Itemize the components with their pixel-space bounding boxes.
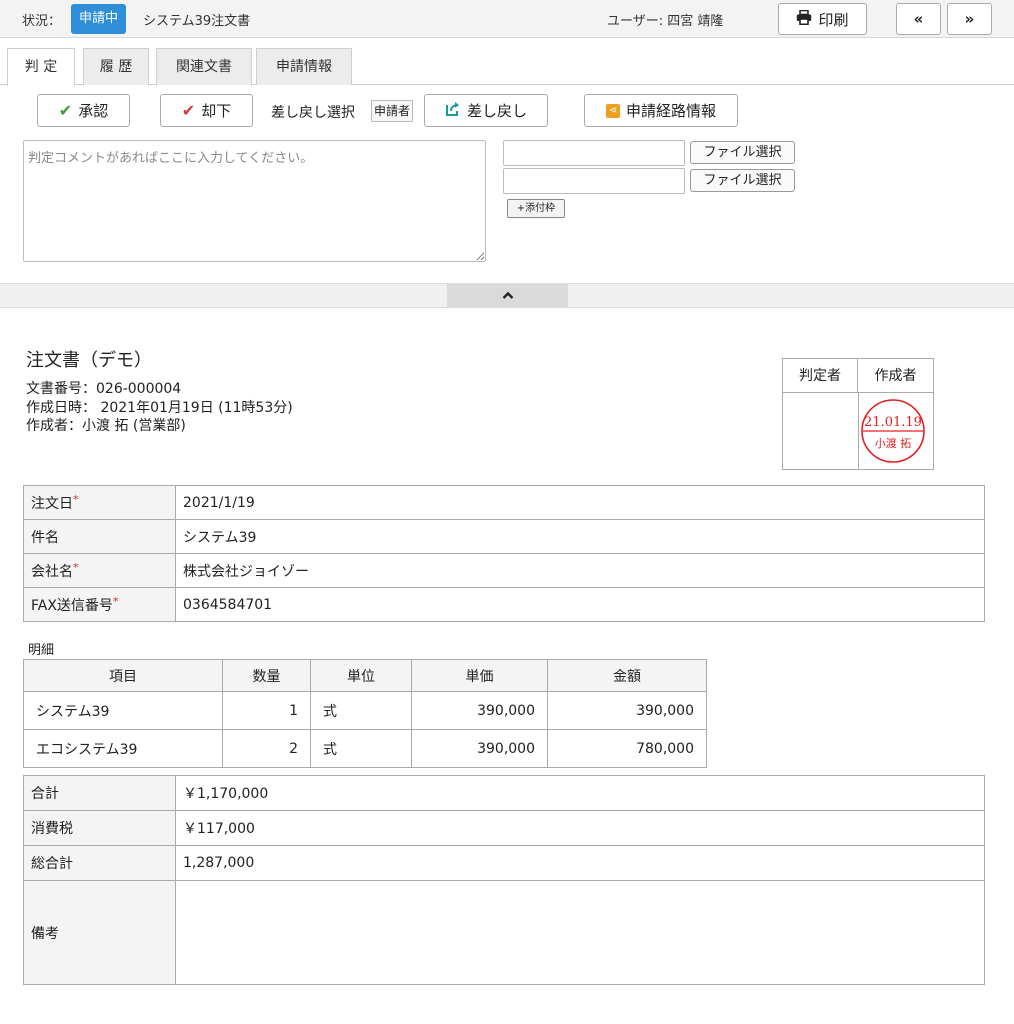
detail-table: 項目 数量 単位 単価 金額 システム39 1 式 390,000 390,00…	[23, 659, 707, 768]
file-name-field-1[interactable]	[503, 140, 685, 166]
previous-document-button[interactable]: «	[896, 3, 941, 35]
summary-table: 合計 ￥1,170,000 消費税 ￥117,000 総合計 1,287,000…	[23, 775, 985, 985]
unit-price-cell: 390,000	[411, 691, 548, 730]
table-row: 注文日* 2021/1/19	[23, 485, 985, 520]
field-label: 会社名*	[23, 553, 176, 588]
table-row: 合計 ￥1,170,000	[23, 775, 985, 811]
reject-label: 却下	[201, 102, 232, 120]
user-label: ユーザー: 四宮 靖隆	[607, 14, 724, 29]
field-label: 件名	[23, 519, 176, 554]
reject-button[interactable]: ✔ 却下	[160, 94, 253, 127]
share-icon	[445, 101, 461, 121]
route-info-button[interactable]: ⋖ 申請経路情報	[584, 94, 738, 127]
sendback-button[interactable]: 差し戻し	[424, 94, 548, 127]
field-label: 合計	[23, 775, 176, 811]
field-label: 注文日*	[23, 485, 176, 520]
status-label: 状況：	[22, 14, 62, 29]
field-value: ￥117,000	[175, 810, 985, 846]
order-info-table: 注文日* 2021/1/19 件名 システム39 会社名* 株式会社ジョイゾー …	[23, 485, 985, 622]
quantity-cell: 2	[222, 729, 311, 768]
judgement-comment-input[interactable]	[23, 140, 486, 262]
amount-cell: 780,000	[547, 729, 707, 768]
print-label: 印刷	[818, 10, 849, 29]
column-header: 単位	[310, 659, 412, 692]
field-value: 0364584701	[175, 587, 985, 622]
printer-icon	[796, 9, 812, 29]
detail-section-label: 明細	[28, 643, 55, 658]
document-number: 文書番号：026-000004	[26, 381, 182, 397]
field-label: FAX送信番号*	[23, 587, 176, 622]
add-attachment-button[interactable]: +添付枠	[507, 199, 565, 218]
table-row: エコシステム39 2 式 390,000 780,000	[23, 729, 707, 768]
field-label: 備考	[23, 880, 176, 985]
next-document-button[interactable]: »	[947, 3, 992, 35]
table-row: 備考	[23, 880, 985, 985]
column-header: 数量	[222, 659, 311, 692]
field-label: 総合計	[23, 845, 176, 881]
unit-cell: 式	[310, 691, 412, 730]
collapse-toggle[interactable]	[447, 284, 568, 307]
creator-header: 作成者	[858, 359, 933, 393]
seal-name: 小渡 拓	[875, 436, 912, 450]
remarks-value	[175, 880, 985, 985]
document-heading: 注文書（デモ）	[26, 350, 152, 371]
check-icon: ✔	[181, 101, 196, 120]
tab-history[interactable]: 履 歴	[83, 48, 149, 85]
collapse-bar	[0, 283, 1014, 308]
creator-seal: 21.01.19 小渡 拓	[861, 399, 925, 463]
table-row: システム39 1 式 390,000 390,000	[23, 691, 707, 730]
field-value: システム39	[175, 519, 985, 554]
field-value: ￥1,170,000	[175, 775, 985, 811]
status-badge: 申請中	[71, 4, 127, 34]
field-label: 消費税	[23, 810, 176, 846]
quantity-cell: 1	[222, 691, 311, 730]
approve-label: 承認	[78, 102, 109, 120]
table-header-row: 項目 数量 単位 単価 金額	[23, 659, 707, 692]
print-button[interactable]: 印刷	[778, 3, 867, 35]
required-mark: *	[73, 492, 79, 506]
tab-related-documents[interactable]: 関連文書	[156, 48, 252, 85]
column-header: 金額	[547, 659, 707, 692]
chevron-up-icon	[502, 287, 514, 303]
sendback-label: 差し戻し	[466, 102, 527, 120]
approve-button[interactable]: ✔ 承認	[37, 94, 130, 127]
judge-header: 判定者	[783, 359, 858, 393]
check-icon: ✔	[58, 101, 73, 120]
field-value: 2021/1/19	[175, 485, 985, 520]
field-value: 1,287,000	[175, 845, 985, 881]
item-cell: システム39	[23, 691, 223, 730]
required-mark: *	[112, 594, 119, 608]
tab-application-info[interactable]: 申請情報	[256, 48, 352, 85]
status-bar: 状況： 申請中 システム39注文書 ユーザー: 四宮 靖隆 印刷 « »	[0, 0, 1014, 38]
column-header: 項目	[23, 659, 223, 692]
sendback-select-label: 差し戻し選択	[271, 105, 355, 121]
table-row: 会社名* 株式会社ジョイゾー	[23, 553, 985, 588]
file-select-button-1[interactable]: ファイル選択	[690, 141, 795, 164]
document-title: システム39注文書	[143, 14, 251, 29]
table-row: FAX送信番号* 0364584701	[23, 587, 985, 622]
amount-cell: 390,000	[547, 691, 707, 730]
file-name-field-2[interactable]	[503, 168, 685, 194]
column-header: 単価	[411, 659, 548, 692]
sendback-target-select[interactable]: 申請者	[371, 100, 414, 122]
table-row: 総合計 1,287,000	[23, 845, 985, 881]
required-mark: *	[73, 560, 79, 574]
field-value: 株式会社ジョイゾー	[175, 553, 985, 588]
document-created-at: 作成日時： 2021年01月19日 (11時53分)	[26, 400, 293, 416]
tab-judgement[interactable]: 判 定	[7, 48, 75, 86]
route-info-label: 申請経路情報	[625, 102, 716, 120]
stamp-divider	[858, 393, 859, 469]
table-row: 件名 システム39	[23, 519, 985, 554]
item-cell: エコシステム39	[23, 729, 223, 768]
file-select-button-2[interactable]: ファイル選択	[690, 169, 795, 192]
share-route-icon: ⋖	[605, 103, 620, 118]
tab-bar: 判 定 履 歴 関連文書 申請情報	[0, 48, 1014, 86]
unit-cell: 式	[310, 729, 412, 768]
unit-price-cell: 390,000	[411, 729, 548, 768]
table-row: 消費税 ￥117,000	[23, 810, 985, 846]
document-author: 作成者：小渡 拓 (営業部)	[26, 418, 186, 434]
seal-date: 21.01.19	[864, 415, 922, 430]
